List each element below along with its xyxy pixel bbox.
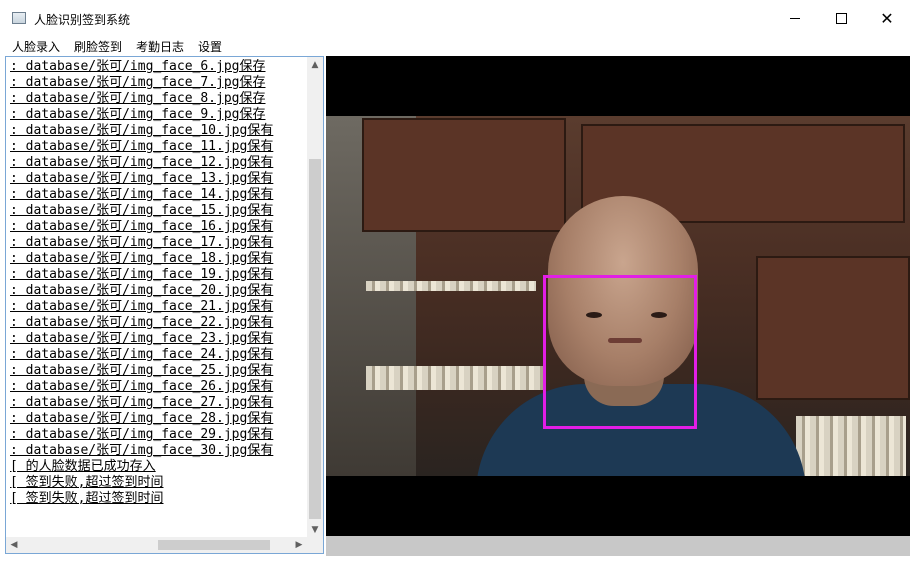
bookshelf	[366, 366, 546, 390]
log-line: : database/张可/img_face_11.jpg保有	[10, 139, 274, 154]
maximize-icon	[835, 12, 847, 24]
log-line: : database/张可/img_face_19.jpg保有	[10, 267, 274, 282]
log-line: [ 签到失败,超过签到时间	[10, 475, 164, 490]
camera-view	[326, 56, 910, 536]
maximize-button[interactable]	[818, 0, 864, 36]
vertical-scrollbar[interactable]: ▲ ▼	[307, 57, 323, 538]
title-bar: 人脸识别签到系统 ✕	[0, 0, 910, 36]
horizontal-scrollbar[interactable]: ◀ ▶	[6, 537, 307, 553]
scroll-right-icon[interactable]: ▶	[291, 537, 307, 553]
log-line: : database/张可/img_face_7.jpg保存	[10, 75, 266, 90]
vertical-scroll-thumb[interactable]	[309, 159, 321, 519]
log-line: : database/张可/img_face_30.jpg保有	[10, 443, 274, 458]
log-line: : database/张可/img_face_25.jpg保有	[10, 363, 274, 378]
log-line: : database/张可/img_face_18.jpg保有	[10, 251, 274, 266]
minimize-icon	[790, 17, 800, 19]
scroll-corner	[307, 537, 323, 553]
scroll-up-icon[interactable]: ▲	[307, 57, 323, 73]
menu-face-checkin[interactable]: 刷脸签到	[74, 38, 122, 55]
app-icon	[12, 12, 26, 24]
log-line: : database/张可/img_face_22.jpg保有	[10, 315, 274, 330]
log-line: : database/张可/img_face_21.jpg保有	[10, 299, 274, 314]
window-title: 人脸识别签到系统	[34, 13, 131, 27]
scroll-left-icon[interactable]: ◀	[6, 537, 22, 553]
log-line: : database/张可/img_face_26.jpg保有	[10, 379, 274, 394]
bookshelf	[796, 416, 906, 476]
log-line: : database/张可/img_face_20.jpg保有	[10, 283, 274, 298]
face-detection-box	[543, 275, 697, 429]
log-line: : database/张可/img_face_17.jpg保有	[10, 235, 274, 250]
log-line: : database/张可/img_face_6.jpg保存	[10, 59, 266, 74]
video-bottom-strip	[326, 536, 910, 556]
log-line: : database/张可/img_face_29.jpg保有	[10, 427, 274, 442]
camera-frame	[326, 116, 910, 476]
log-line: : database/张可/img_face_14.jpg保有	[10, 187, 274, 202]
log-line: : database/张可/img_face_8.jpg保存	[10, 91, 266, 106]
scroll-down-icon[interactable]: ▼	[307, 522, 323, 538]
horizontal-scroll-thumb[interactable]	[158, 540, 270, 550]
log-line: [ 的人脸数据已成功存入	[10, 459, 156, 474]
log-line: : database/张可/img_face_23.jpg保有	[10, 331, 274, 346]
log-line: : database/张可/img_face_12.jpg保有	[10, 155, 274, 170]
cabinet	[362, 118, 566, 232]
log-line: : database/张可/img_face_9.jpg保存	[10, 107, 266, 122]
log-line: : database/张可/img_face_15.jpg保有	[10, 203, 274, 218]
bookshelf	[366, 281, 536, 291]
log-panel[interactable]: : database/张可/img_face_6.jpg保存: database…	[5, 56, 324, 554]
log-line: : database/张可/img_face_28.jpg保有	[10, 411, 274, 426]
cabinet	[756, 256, 910, 400]
log-line: : database/张可/img_face_13.jpg保有	[10, 171, 274, 186]
log-line: : database/张可/img_face_16.jpg保有	[10, 219, 274, 234]
close-icon: ✕	[880, 8, 894, 28]
log-line: : database/张可/img_face_27.jpg保有	[10, 395, 274, 410]
minimize-button[interactable]	[772, 0, 818, 36]
menu-face-enroll[interactable]: 人脸录入	[12, 38, 60, 55]
menu-settings[interactable]: 设置	[198, 38, 222, 55]
log-line: : database/张可/img_face_24.jpg保有	[10, 347, 274, 362]
log-line: : database/张可/img_face_10.jpg保有	[10, 123, 274, 138]
close-button[interactable]: ✕	[864, 0, 910, 36]
menu-bar: 人脸录入 刷脸签到 考勤日志 设置	[0, 36, 910, 56]
menu-attendance-log[interactable]: 考勤日志	[136, 38, 184, 55]
log-text-area[interactable]: : database/张可/img_face_6.jpg保存: database…	[10, 59, 306, 539]
log-line: [ 签到失败,超过签到时间	[10, 491, 164, 506]
